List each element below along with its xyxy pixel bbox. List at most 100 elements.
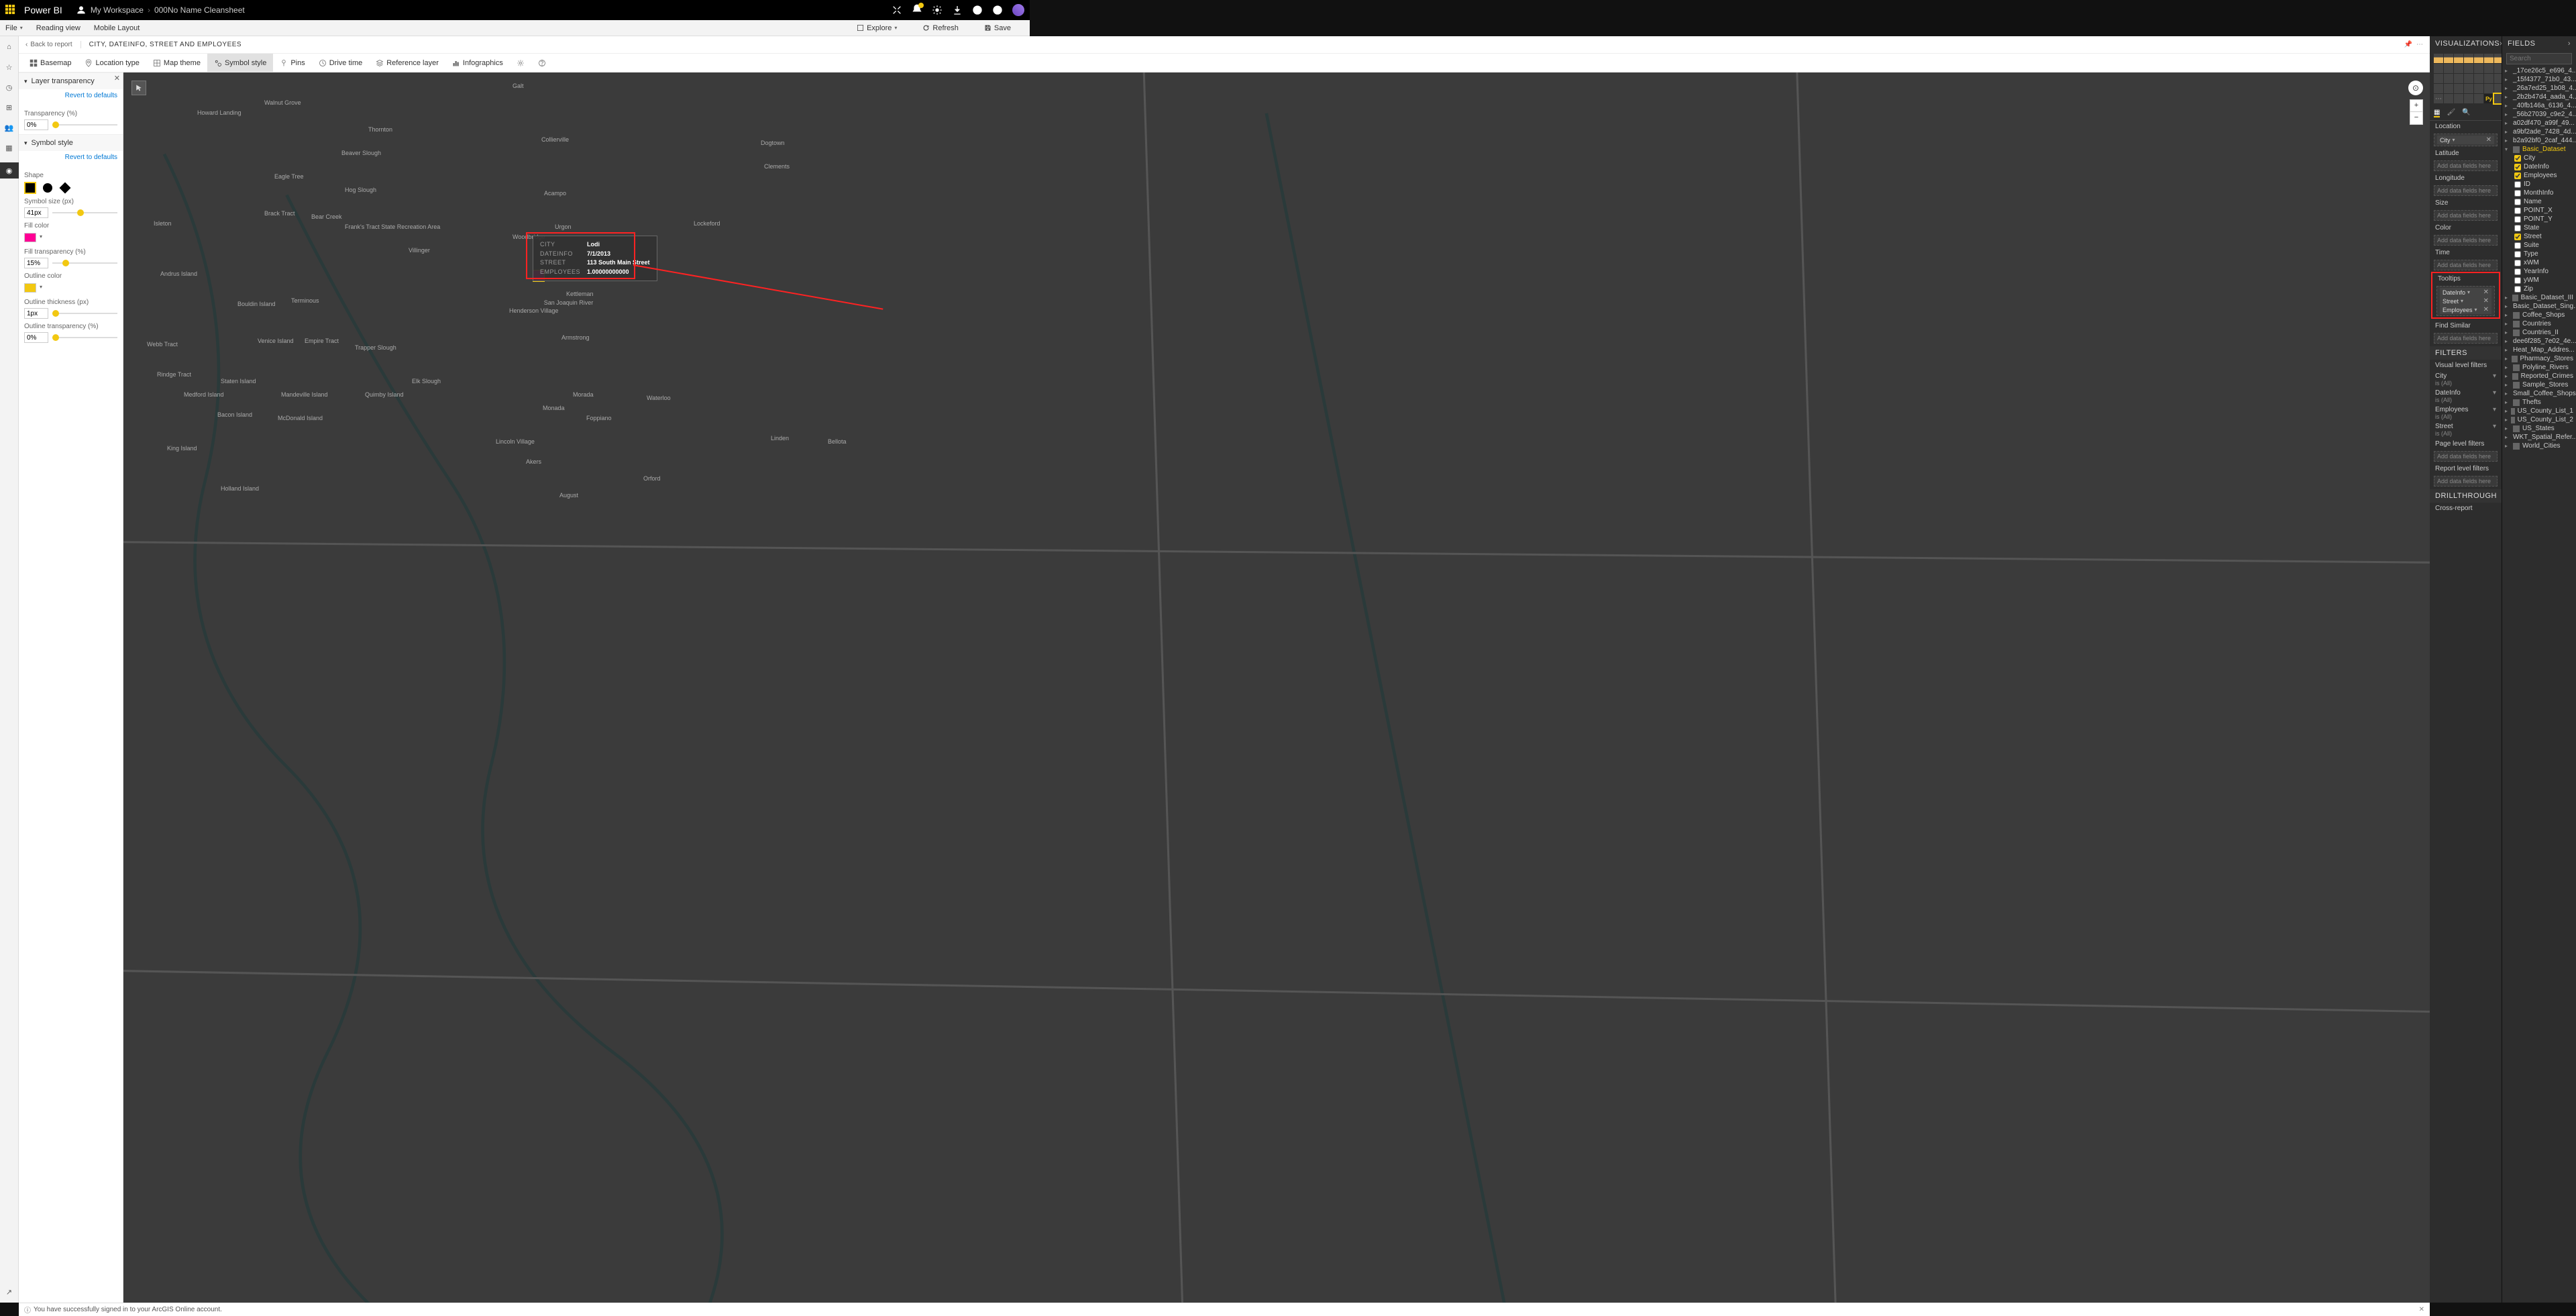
more-icon[interactable]: ⋯ <box>2416 41 2423 48</box>
pin-icon[interactable]: 📌 <box>2404 41 2412 48</box>
table-item[interactable]: ▸_26a7ed25_1b08_4... <box>2502 84 2576 93</box>
location-type-button[interactable]: Location type <box>78 54 146 72</box>
revert-defaults-link-2[interactable]: Revert to defaults <box>19 151 123 164</box>
viz-type-17[interactable] <box>2464 74 2473 83</box>
transparency-slider[interactable] <box>52 124 117 125</box>
table-item[interactable]: ▸_15f4377_71b0_43... <box>2502 75 2576 84</box>
symbol-style-button[interactable]: Symbol style <box>207 54 273 72</box>
filter-street[interactable]: Street▾is (All) <box>2430 421 2502 438</box>
field-column[interactable]: xWM <box>2502 258 2576 267</box>
map-theme-button[interactable]: Map theme <box>146 54 207 72</box>
compass-icon[interactable]: ⊙ <box>2408 81 2423 95</box>
viz-type-23[interactable] <box>2454 84 2463 93</box>
table-item-active[interactable]: ▾Basic_Dataset <box>2502 145 2576 154</box>
table-item[interactable]: ▸World_Cities <box>2502 442 2576 450</box>
close-icon[interactable]: ✕ <box>114 74 120 83</box>
symbol-size-slider[interactable] <box>52 212 117 213</box>
viz-type-11[interactable] <box>2474 64 2483 73</box>
viz-type-15[interactable] <box>2444 74 2453 83</box>
analytics-tab-icon[interactable]: 🔍 <box>2462 109 2470 117</box>
fill-transparency-input[interactable] <box>24 258 48 268</box>
well-findsimilar[interactable]: Add data fields here <box>2434 333 2498 344</box>
chip-dateinfo[interactable]: DateInfo▾✕ <box>2440 288 2491 297</box>
viz-type-1[interactable] <box>2444 54 2453 63</box>
file-menu[interactable]: File▾ <box>5 24 23 32</box>
viz-type-28[interactable]: ⋯ <box>2434 94 2443 103</box>
field-column[interactable]: YearInfo <box>2502 267 2576 276</box>
refresh-button[interactable]: Refresh <box>922 24 959 32</box>
field-column[interactable]: yWM <box>2502 276 2576 285</box>
table-item[interactable]: ▸_40fb146a_6136_4... <box>2502 101 2576 110</box>
mobile-layout-button[interactable]: Mobile Layout <box>94 24 140 32</box>
field-column[interactable]: State <box>2502 223 2576 232</box>
well-size[interactable]: Add data fields here <box>2434 210 2498 221</box>
viz-type-31[interactable] <box>2464 94 2473 103</box>
well-latitude[interactable]: Add data fields here <box>2434 160 2498 171</box>
viz-type-22[interactable] <box>2444 84 2453 93</box>
well-time[interactable]: Add data fields here <box>2434 260 2498 270</box>
nav-recent-icon[interactable]: ◷ <box>4 82 15 93</box>
map-canvas[interactable]: GaltWalnut GroveHoward LandingThorntonCo… <box>123 72 2430 1303</box>
table-item[interactable]: ▸Polyline_Rivers <box>2502 363 2576 372</box>
field-column[interactable]: DateInfo <box>2502 162 2576 171</box>
transparency-input[interactable] <box>24 119 48 130</box>
viz-type-8[interactable] <box>2444 64 2453 73</box>
table-item[interactable]: ▸Countries_II <box>2502 328 2576 337</box>
table-item[interactable]: ▸Heat_Map_Addres... <box>2502 346 2576 354</box>
basemap-button[interactable]: Basemap <box>23 54 78 72</box>
viz-type-6[interactable] <box>2494 54 2502 63</box>
table-item[interactable]: ▸Countries <box>2502 319 2576 328</box>
nav-workspaces-icon[interactable]: ▦ <box>4 142 15 153</box>
shape-square-option[interactable] <box>24 182 36 194</box>
outline-color-picker[interactable] <box>24 283 36 293</box>
shape-circle-option[interactable] <box>42 182 54 194</box>
fields-tab-icon[interactable]: ▦ <box>2434 109 2440 117</box>
drive-time-button[interactable]: Drive time <box>312 54 370 72</box>
notifications-icon[interactable] <box>912 4 922 17</box>
fullscreen-icon[interactable] <box>892 5 902 15</box>
viz-type-30[interactable] <box>2454 94 2463 103</box>
viz-type-32[interactable] <box>2474 94 2483 103</box>
map-help-icon[interactable] <box>531 54 553 72</box>
field-column[interactable]: Type <box>2502 250 2576 258</box>
field-column[interactable]: MonthInfo <box>2502 189 2576 197</box>
viz-type-29[interactable] <box>2444 94 2453 103</box>
field-column[interactable]: City <box>2502 154 2576 162</box>
search-input[interactable] <box>2506 53 2572 64</box>
nav-shared-icon[interactable]: 👥 <box>4 122 15 133</box>
table-item[interactable]: ▸Small_Coffee_Shops <box>2502 389 2576 398</box>
field-column[interactable]: Street <box>2502 232 2576 241</box>
table-item[interactable]: ▸Thefts <box>2502 398 2576 407</box>
table-item[interactable]: ▸b2a92bf0_2caf_444... <box>2502 136 2576 145</box>
filter-dateinfo[interactable]: DateInfo▾is (All) <box>2430 388 2502 405</box>
download-icon[interactable] <box>952 5 963 15</box>
viz-type-2[interactable] <box>2454 54 2463 63</box>
well-color[interactable]: Add data fields here <box>2434 235 2498 246</box>
reading-view-button[interactable]: Reading view <box>36 24 80 32</box>
viz-type-7[interactable] <box>2434 64 2443 73</box>
table-item[interactable]: ▸Coffee_Shops <box>2502 311 2576 319</box>
well-longitude[interactable]: Add data fields here <box>2434 185 2498 196</box>
field-column[interactable]: Zip <box>2502 285 2576 293</box>
nav-myworkspace-icon[interactable]: ◉ <box>0 162 19 179</box>
fields-header[interactable]: FIELDS› <box>2502 36 2576 51</box>
table-item[interactable]: ▸_17ce26c5_e696_4... <box>2502 66 2576 75</box>
viz-type-19[interactable] <box>2484 74 2493 83</box>
nav-apps-icon[interactable]: ⊞ <box>4 102 15 113</box>
filter-city[interactable]: City▾is (All) <box>2430 371 2502 388</box>
viz-type-0[interactable] <box>2434 54 2443 63</box>
viz-type-21[interactable] <box>2434 84 2443 93</box>
outline-thickness-slider[interactable] <box>52 313 117 314</box>
format-tab-icon[interactable]: 🖌 <box>2447 109 2455 117</box>
table-item[interactable]: ▸a02df470_a99f_49... <box>2502 119 2576 128</box>
viz-type-26[interactable] <box>2484 84 2493 93</box>
app-launcher-icon[interactable] <box>5 5 16 15</box>
chip-city[interactable]: City▾✕ <box>2437 136 2494 144</box>
viz-type-12[interactable] <box>2484 64 2493 73</box>
table-item[interactable]: ▸dee6f285_7e02_4e... <box>2502 337 2576 346</box>
visualizations-header[interactable]: VISUALIZATIONS› <box>2430 36 2502 51</box>
close-icon[interactable]: ✕ <box>2419 1306 2424 1313</box>
field-column[interactable]: POINT_X <box>2502 206 2576 215</box>
zoom-in-button[interactable]: + <box>2410 100 2422 112</box>
viz-type-13[interactable] <box>2494 64 2502 73</box>
